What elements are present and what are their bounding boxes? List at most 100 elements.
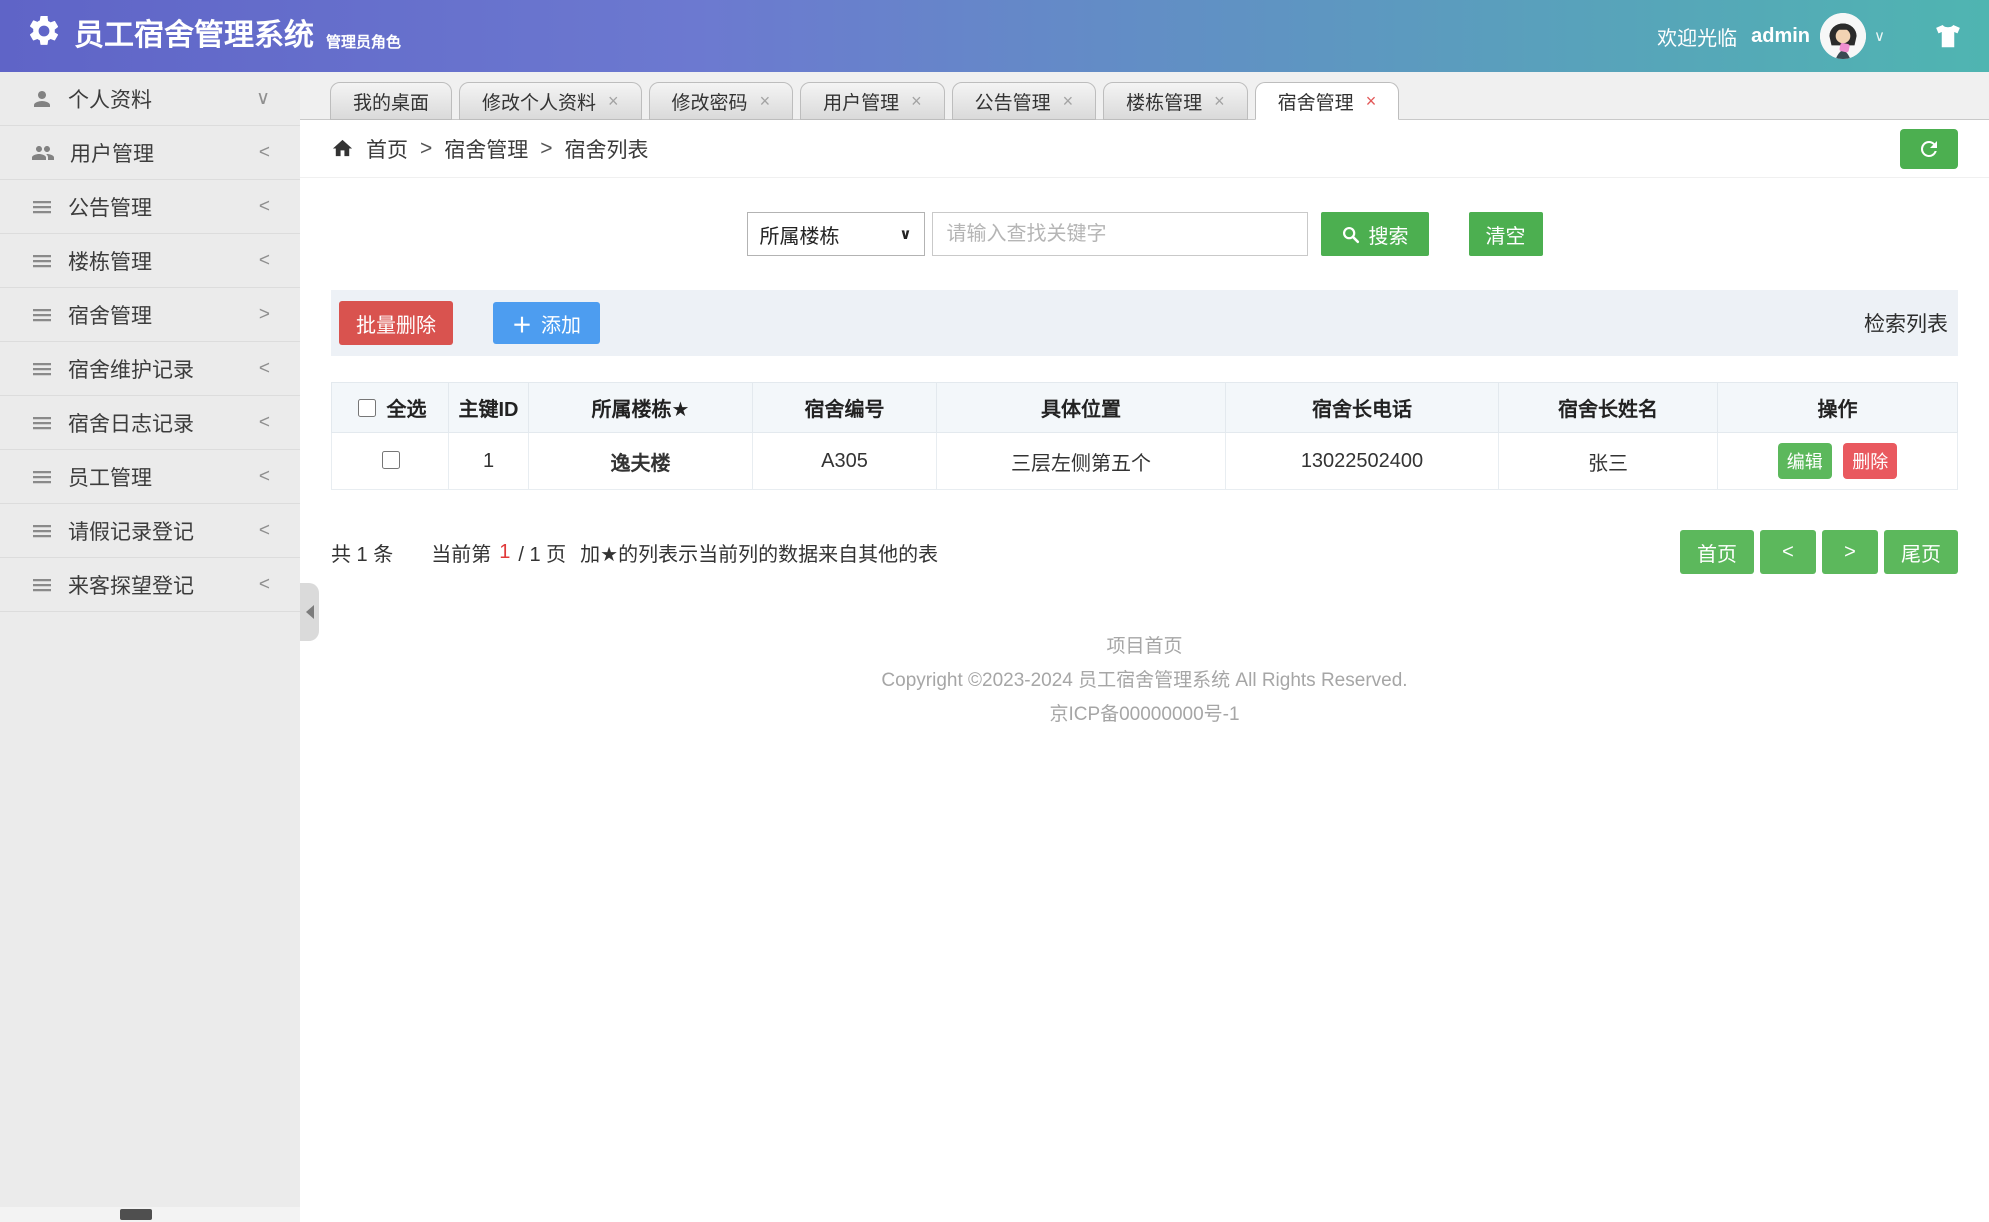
close-icon[interactable]: × xyxy=(608,92,619,110)
search-button[interactable]: 搜索 xyxy=(1320,212,1429,256)
cell-room-number: A305 xyxy=(752,432,937,490)
building-filter-select[interactable]: 所属楼栋 ∨ xyxy=(746,212,925,256)
row-checkbox[interactable] xyxy=(381,450,400,469)
current-page-label: 当前第 xyxy=(431,543,492,566)
sidebar: 个人资料 ∨ 用户管理 < 公告管理 < 楼栋管理 < 宿舍管理 > 宿舍维护记… xyxy=(0,72,319,1222)
sidebar-scrollbar-thumb[interactable] xyxy=(120,1209,152,1220)
breadcrumb-home[interactable]: 首页 xyxy=(366,134,408,164)
sidebar-item-label: 宿舍维护记录 xyxy=(68,358,194,382)
brand: 员工宿舍管理系统 管理员角色 xyxy=(26,13,401,59)
sidebar-scrollbar xyxy=(0,1207,300,1222)
tab-edit-profile[interactable]: 修改个人资料 × xyxy=(459,82,642,120)
sidebar-item-profile[interactable]: 个人资料 ∨ xyxy=(0,72,300,126)
list-icon xyxy=(30,357,54,381)
search-input[interactable] xyxy=(931,212,1308,256)
list-icon xyxy=(30,519,54,543)
add-button[interactable]: ＋ 添加 xyxy=(493,302,600,344)
sidebar-item-leave-records[interactable]: 请假记录登记 < xyxy=(0,504,300,558)
pagination-row: 共 1 条 当前第 1 / 1 页 加★的列表示当前列的数据来自其他的表 首页 … xyxy=(331,530,1958,574)
refresh-button[interactable] xyxy=(1900,128,1958,169)
sidebar-item-label: 宿舍管理 xyxy=(68,304,152,328)
collapse-arrow-icon xyxy=(305,605,314,619)
sidebar-collapse-handle[interactable] xyxy=(300,583,319,641)
tab-dorm-management[interactable]: 宿舍管理 × xyxy=(1254,82,1400,120)
chevron-left-icon: < xyxy=(258,141,270,163)
chevron-left-icon: < xyxy=(258,411,270,433)
delete-button[interactable]: 删除 xyxy=(1843,443,1898,479)
header-location: 具体位置 xyxy=(936,382,1226,433)
sidebar-item-users[interactable]: 用户管理 < xyxy=(0,126,300,180)
sidebar-item-label: 公告管理 xyxy=(68,196,152,220)
gear-icon xyxy=(26,13,62,49)
close-icon[interactable]: × xyxy=(760,92,771,110)
add-button-label: 添加 xyxy=(541,314,581,337)
header-id: 主键ID xyxy=(448,382,529,433)
body-row: 个人资料 ∨ 用户管理 < 公告管理 < 楼栋管理 < 宿舍管理 > 宿舍维护记… xyxy=(0,72,1989,1222)
user-dropdown-caret-icon[interactable]: ∨ xyxy=(1874,27,1885,45)
sidebar-item-employees[interactable]: 员工管理 < xyxy=(0,450,300,504)
last-page-button[interactable]: 尾页 xyxy=(1884,530,1958,574)
select-value: 所属楼栋 xyxy=(759,225,840,248)
tab-user-management[interactable]: 用户管理 × xyxy=(800,82,945,120)
refresh-icon xyxy=(1917,137,1941,161)
tab-my-desktop[interactable]: 我的桌面 xyxy=(330,82,453,120)
close-icon[interactable]: × xyxy=(1366,92,1377,110)
footer: 项目首页 Copyright ©2023-2024 员工宿舍管理系统 All R… xyxy=(331,630,1958,732)
sidebar-item-dorms[interactable]: 宿舍管理 > xyxy=(0,288,300,342)
first-page-button[interactable]: 首页 xyxy=(1680,530,1754,574)
home-icon xyxy=(331,137,354,160)
plus-icon: ＋ xyxy=(512,314,532,337)
close-icon[interactable]: × xyxy=(1063,92,1074,110)
next-page-button[interactable]: > xyxy=(1822,530,1878,574)
content: 所属楼栋 ∨ 搜索 清空 批量删除 ＋ xyxy=(300,178,1989,1222)
username[interactable]: admin xyxy=(1751,25,1810,48)
list-icon xyxy=(30,195,54,219)
tab-change-password[interactable]: 修改密码 × xyxy=(648,82,794,120)
sidebar-item-announcements[interactable]: 公告管理 < xyxy=(0,180,300,234)
footer-home-link[interactable]: 项目首页 xyxy=(331,630,1958,664)
breadcrumb: 首页 > 宿舍管理 > 宿舍列表 xyxy=(331,134,649,164)
table-header-row: 全选 主键ID 所属楼栋★ 宿舍编号 具体位置 宿舍长电话 宿舍长姓名 操作 xyxy=(331,382,1958,433)
select-all-checkbox[interactable] xyxy=(357,398,376,417)
sidebar-item-label: 来客探望登记 xyxy=(68,574,194,598)
actions-row: 批量删除 ＋ 添加 检索列表 xyxy=(331,290,1958,356)
header-label: 全选 xyxy=(386,399,427,421)
cell-location: 三层左侧第五个 xyxy=(936,432,1226,490)
prev-page-button[interactable]: < xyxy=(1760,530,1816,574)
app-root: 员工宿舍管理系统 管理员角色 欢迎光临 admin ∨ 个人资料 ∨ 用户管理 … xyxy=(0,0,1989,1222)
sidebar-item-dorm-maintenance[interactable]: 宿舍维护记录 < xyxy=(0,342,300,396)
sidebar-item-dorm-logs[interactable]: 宿舍日志记录 < xyxy=(0,396,300,450)
header-select-all: 全选 xyxy=(331,382,449,433)
sidebar-item-buildings[interactable]: 楼栋管理 < xyxy=(0,234,300,288)
clear-button[interactable]: 清空 xyxy=(1468,212,1543,256)
sidebar-item-label: 员工管理 xyxy=(68,466,152,490)
sidebar-item-label: 宿舍日志记录 xyxy=(68,412,194,436)
main-area: 我的桌面 修改个人资料 × 修改密码 × 用户管理 × 公告管理 × 楼栋管理 … xyxy=(300,72,1989,1222)
sidebar-item-label: 请假记录登记 xyxy=(68,520,194,544)
table-row: 1 逸夫楼 A305 三层左侧第五个 13022502400 张三 编辑 删除 xyxy=(331,432,1958,490)
chevron-left-icon: < xyxy=(258,249,270,271)
breadcrumb-dorm-list: 宿舍列表 xyxy=(564,138,649,162)
tab-building-management[interactable]: 楼栋管理 × xyxy=(1103,82,1248,120)
batch-delete-button[interactable]: 批量删除 xyxy=(339,301,453,345)
chevron-left-icon: < xyxy=(258,195,270,217)
list-title: 检索列表 xyxy=(1864,313,1948,336)
tab-label: 公告管理 xyxy=(974,92,1051,114)
breadcrumb-separator: > xyxy=(420,136,433,160)
header-building: 所属楼栋★ xyxy=(528,382,753,433)
tab-announcement-management[interactable]: 公告管理 × xyxy=(951,82,1097,120)
current-page-number: 1 xyxy=(499,540,511,563)
avatar[interactable] xyxy=(1820,13,1867,59)
close-icon[interactable]: × xyxy=(911,92,922,110)
dorm-table: 全选 主键ID 所属楼栋★ 宿舍编号 具体位置 宿舍长电话 宿舍长姓名 操作 1… xyxy=(331,382,1958,490)
theme-tshirt-icon[interactable] xyxy=(1933,22,1963,50)
total-count: 共 1 条 xyxy=(331,543,394,566)
sidebar-item-label: 用户管理 xyxy=(70,142,154,166)
sidebar-item-visitor-records[interactable]: 来客探望登记 < xyxy=(0,558,300,612)
list-icon xyxy=(30,411,54,435)
header-right: 欢迎光临 admin ∨ xyxy=(1657,13,1963,59)
header-leader-name: 宿舍长姓名 xyxy=(1498,382,1718,433)
close-icon[interactable]: × xyxy=(1214,92,1225,110)
breadcrumb-dorm-management[interactable]: 宿舍管理 xyxy=(444,134,528,164)
edit-button[interactable]: 编辑 xyxy=(1777,443,1832,479)
